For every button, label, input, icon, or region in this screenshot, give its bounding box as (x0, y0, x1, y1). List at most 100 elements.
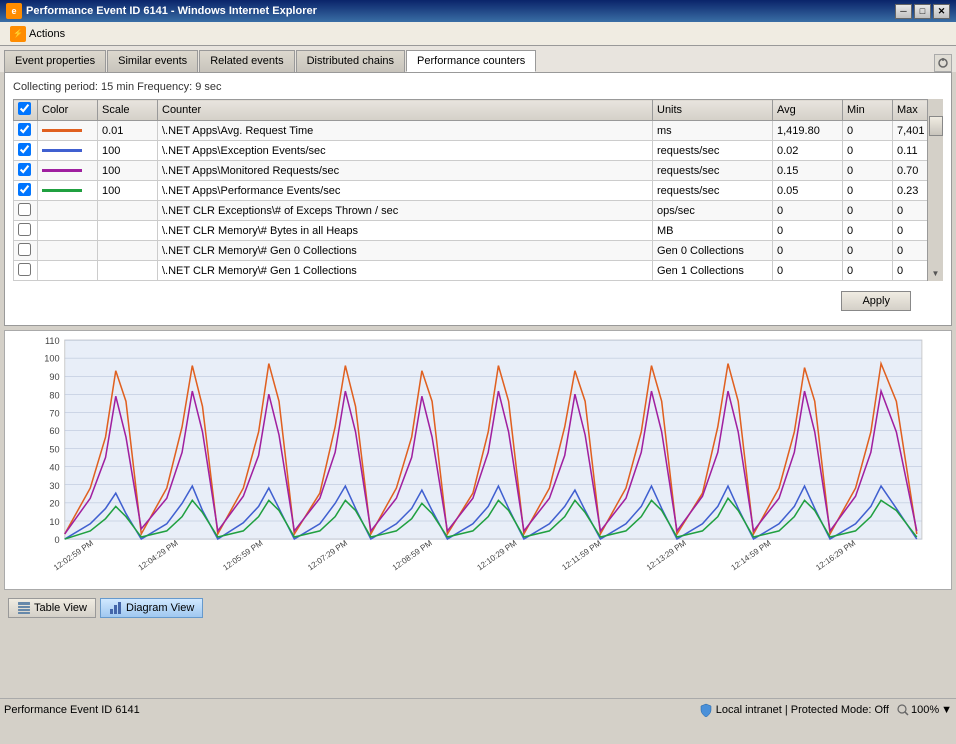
row-checkbox-3[interactable] (18, 183, 31, 196)
units-7: Gen 1 Collections (653, 261, 773, 281)
close-button[interactable]: ✕ (933, 4, 950, 19)
svg-text:20: 20 (49, 498, 59, 508)
scale-2: 100 (98, 161, 158, 181)
avg-0: 1,419.80 (773, 121, 843, 141)
row-checkbox-5[interactable] (18, 223, 31, 236)
min-0: 0 (843, 121, 893, 141)
col-counter: Counter (158, 100, 653, 121)
table-row: \.NET CLR Exceptions\# of Exceps Thrown … (14, 201, 943, 221)
status-bar: Performance Event ID 6141 Local intranet… (0, 698, 956, 720)
status-text: Performance Event ID 6141 (4, 704, 699, 716)
units-4: ops/sec (653, 201, 773, 221)
table-row: 100\.NET Apps\Monitored Requests/secrequ… (14, 161, 943, 181)
min-1: 0 (843, 141, 893, 161)
row-checkbox-2[interactable] (18, 163, 31, 176)
status-right: Local intranet | Protected Mode: Off 100… (699, 703, 952, 717)
min-2: 0 (843, 161, 893, 181)
svg-text:12:14:59 PM: 12:14:59 PM (730, 538, 773, 572)
svg-text:0: 0 (55, 535, 60, 545)
min-4: 0 (843, 201, 893, 221)
row-checkbox-1[interactable] (18, 143, 31, 156)
col-avg: Avg (773, 100, 843, 121)
counter-3: \.NET Apps\Performance Events/sec (158, 181, 653, 201)
table-row: 100\.NET Apps\Exception Events/secreques… (14, 141, 943, 161)
color-swatch-2 (42, 169, 82, 172)
tab-similar-events[interactable]: Similar events (107, 50, 198, 72)
svg-text:12:11:59 PM: 12:11:59 PM (560, 539, 603, 573)
actions-menu[interactable]: ⚡ Actions (4, 24, 71, 44)
units-5: MB (653, 221, 773, 241)
table-body: 0.01\.NET Apps\Avg. Request Timems1,419.… (14, 121, 943, 281)
units-1: requests/sec (653, 141, 773, 161)
select-all-checkbox[interactable] (18, 102, 31, 115)
scale-0: 0.01 (98, 121, 158, 141)
avg-7: 0 (773, 261, 843, 281)
table-row: \.NET CLR Memory\# Gen 0 CollectionsGen … (14, 241, 943, 261)
zoom-dropdown[interactable]: ▼ (941, 704, 952, 716)
row-checkbox-0[interactable] (18, 123, 31, 136)
tab-distributed-chains[interactable]: Distributed chains (296, 50, 405, 72)
svg-text:12:16:29 PM: 12:16:29 PM (814, 538, 857, 572)
scale-4 (98, 201, 158, 221)
svg-text:12:05:59 PM: 12:05:59 PM (221, 538, 264, 572)
color-swatch-1 (42, 149, 82, 152)
counter-6: \.NET CLR Memory\# Gen 0 Collections (158, 241, 653, 261)
scale-1: 100 (98, 141, 158, 161)
minimize-button[interactable]: ─ (895, 4, 912, 19)
units-6: Gen 0 Collections (653, 241, 773, 261)
min-7: 0 (843, 261, 893, 281)
color-swatch-0 (42, 129, 82, 132)
security-icon (699, 703, 713, 717)
tabs-container: Event properties Similar events Related … (4, 50, 934, 72)
diagram-view-icon (109, 601, 123, 615)
window-controls: ─ □ ✕ (895, 4, 950, 19)
counter-2: \.NET Apps\Monitored Requests/sec (158, 161, 653, 181)
actions-label: Actions (29, 28, 65, 40)
apply-button[interactable]: Apply (841, 291, 911, 311)
row-checkbox-7[interactable] (18, 263, 31, 276)
table-view-button[interactable]: Table View (8, 598, 96, 618)
row-checkbox-6[interactable] (18, 243, 31, 256)
table-view-icon (17, 601, 31, 615)
diagram-view-label: Diagram View (126, 602, 194, 614)
scroll-thumb[interactable] (929, 116, 943, 136)
svg-text:12:07:29 PM: 12:07:29 PM (306, 538, 349, 572)
min-3: 0 (843, 181, 893, 201)
scroll-down-arrow[interactable]: ▼ (928, 265, 943, 281)
diagram-view-button[interactable]: Diagram View (100, 598, 203, 618)
title-bar: e Performance Event ID 6141 - Windows In… (0, 0, 956, 22)
tab-bar: Event properties Similar events Related … (0, 46, 956, 72)
svg-text:10: 10 (49, 517, 59, 527)
svg-text:50: 50 (49, 444, 59, 454)
tab-performance-counters[interactable]: Performance counters (406, 50, 536, 72)
avg-6: 0 (773, 241, 843, 261)
col-units: Units (653, 100, 773, 121)
avg-4: 0 (773, 201, 843, 221)
zone-text: Local intranet | Protected Mode: Off (716, 704, 889, 716)
bottom-bar: Table View Diagram View (0, 594, 956, 622)
table-scrollbar[interactable]: ▼ (927, 99, 943, 281)
units-0: ms (653, 121, 773, 141)
scale-6 (98, 241, 158, 261)
tab-settings-icon[interactable] (934, 54, 952, 72)
restore-button[interactable]: □ (914, 4, 931, 19)
svg-text:12:04:29 PM: 12:04:29 PM (137, 538, 180, 572)
svg-text:12:13:29 PM: 12:13:29 PM (645, 538, 688, 572)
performance-chart: 110 100 90 80 70 60 50 40 30 20 10 0 12:… (9, 335, 947, 585)
svg-text:12:10:29 PM: 12:10:29 PM (475, 538, 518, 572)
units-2: requests/sec (653, 161, 773, 181)
tab-related-events[interactable]: Related events (199, 50, 294, 72)
chart-area: 110 100 90 80 70 60 50 40 30 20 10 0 12:… (4, 330, 952, 590)
counter-5: \.NET CLR Memory\# Bytes in all Heaps (158, 221, 653, 241)
color-swatch-3 (42, 189, 82, 192)
counters-table-wrapper: Color Scale Counter Units Avg Min Max 0.… (13, 99, 943, 281)
counter-7: \.NET CLR Memory\# Gen 1 Collections (158, 261, 653, 281)
col-scale: Scale (98, 100, 158, 121)
tab-event-properties[interactable]: Event properties (4, 50, 106, 72)
table-row: 0.01\.NET Apps\Avg. Request Timems1,419.… (14, 121, 943, 141)
svg-text:30: 30 (49, 481, 59, 491)
content-panel: Collecting period: 15 min Frequency: 9 s… (4, 72, 952, 326)
counter-0: \.NET Apps\Avg. Request Time (158, 121, 653, 141)
window-title: Performance Event ID 6141 - Windows Inte… (26, 5, 895, 17)
row-checkbox-4[interactable] (18, 203, 31, 216)
